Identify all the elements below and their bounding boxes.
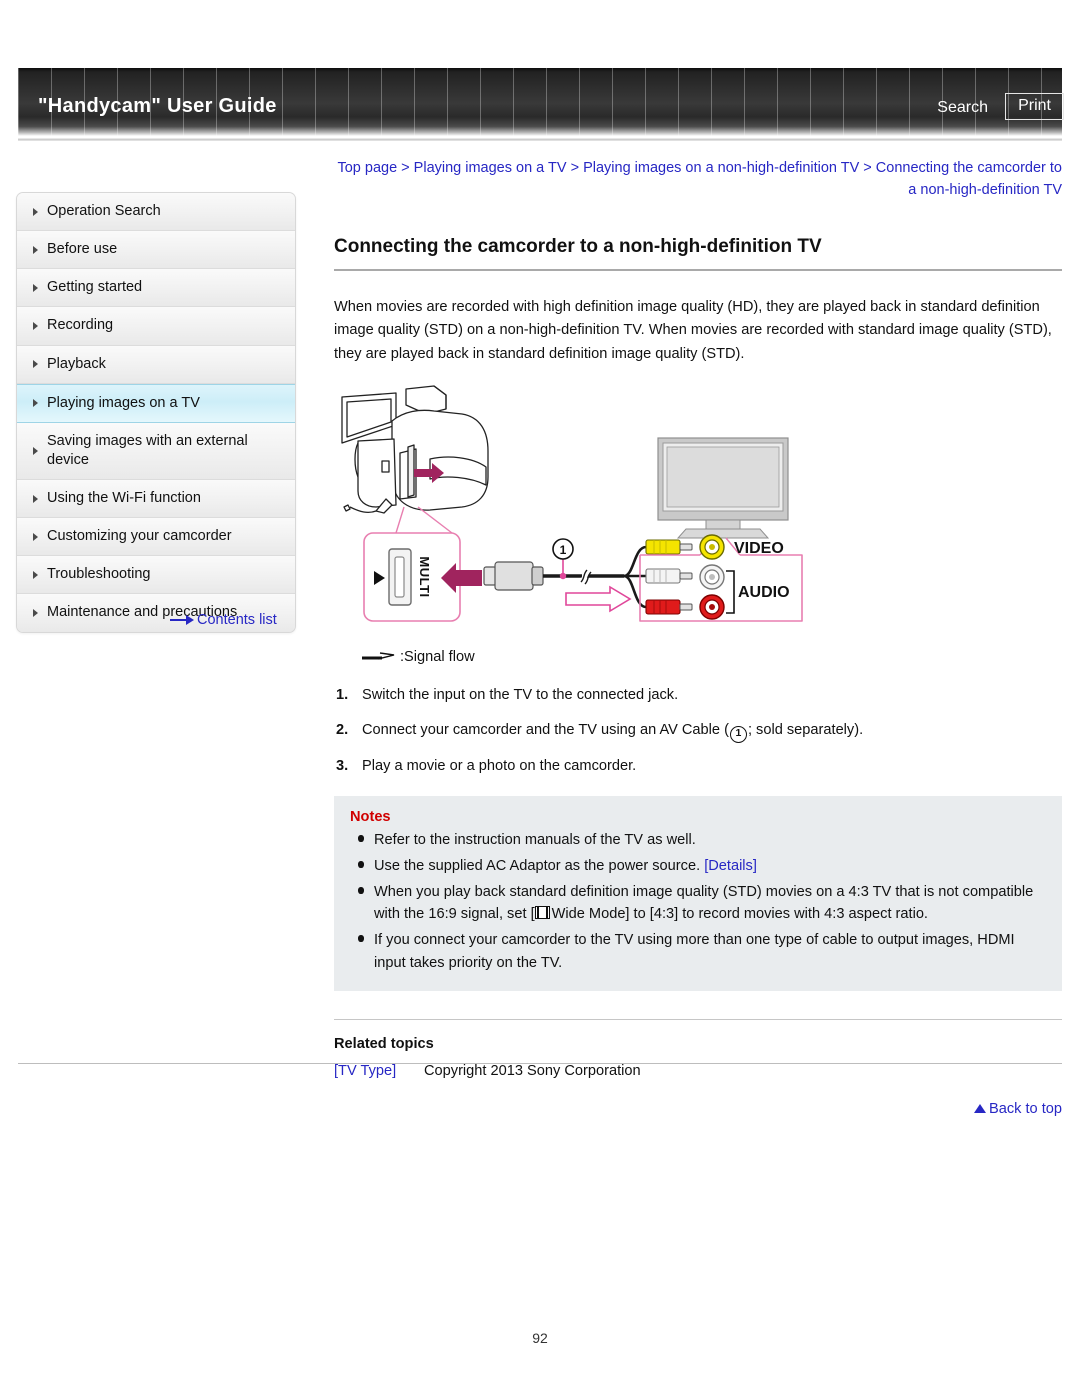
wide-mode-icon bbox=[534, 906, 550, 920]
page-title-logo: "Handycam" User Guide bbox=[38, 95, 277, 117]
sidebar-item-playback[interactable]: Playback bbox=[17, 345, 295, 384]
sidebar-item-label: Playback bbox=[47, 355, 106, 372]
connection-diagram: MULTI 1 VIDEO AUDIO bbox=[334, 381, 814, 643]
sidebar-item-label: Recording bbox=[47, 317, 114, 334]
signal-flow-arrow-icon bbox=[362, 651, 396, 663]
tv-jack-audio-left bbox=[699, 564, 725, 590]
sidebar-item-troubleshooting[interactable]: Troubleshooting bbox=[17, 556, 295, 595]
notes-box: Notes Refer to the instruction manuals o… bbox=[334, 795, 1062, 991]
bullet-icon bbox=[358, 935, 364, 943]
chevron-right-icon bbox=[33, 321, 38, 330]
chevron-right-icon bbox=[33, 283, 38, 292]
sidebar-item-label: Troubleshooting bbox=[47, 566, 151, 583]
camcorder-illustration bbox=[341, 385, 489, 514]
back-to-top-link[interactable]: Back to top bbox=[334, 1101, 1062, 1117]
note-text: If you connect your camcorder to the TV … bbox=[374, 932, 1015, 971]
note-text: Refer to the instruction manuals of the … bbox=[374, 831, 696, 848]
intro-paragraph: When movies are recorded with high defin… bbox=[334, 298, 1052, 362]
signal-flow-label: :Signal flow bbox=[400, 649, 475, 666]
tv-illustration bbox=[657, 437, 789, 539]
header-underline bbox=[18, 138, 1062, 141]
chevron-right-icon bbox=[33, 570, 38, 579]
sidebar-item-before-use[interactable]: Before use bbox=[17, 231, 295, 270]
step-item: 3. Play a movie or a photo on the camcor… bbox=[334, 756, 1062, 778]
bullet-icon bbox=[358, 887, 364, 895]
search-link[interactable]: Search bbox=[937, 99, 988, 117]
sidebar-item-label: Saving images with an external device bbox=[47, 432, 248, 468]
callout-circle-1: 1 bbox=[729, 725, 747, 743]
sidebar-item-saving-images-with-an-external-device[interactable]: Saving images with an external device bbox=[17, 422, 295, 480]
notes-list: Refer to the instruction manuals of the … bbox=[350, 829, 1046, 974]
multi-port-callout: MULTI bbox=[363, 506, 461, 622]
sidebar-item-label: Customizing your camcorder bbox=[47, 528, 232, 545]
tv-jack-video bbox=[699, 534, 725, 560]
step-text: Play a movie or a photo on the camcorder… bbox=[362, 757, 637, 774]
sidebar-item-operation-search[interactable]: Operation Search bbox=[17, 193, 295, 232]
sidebar-item-playing-images-on-a-tv[interactable]: Playing images on a TV bbox=[17, 383, 295, 423]
video-label: VIDEO bbox=[734, 540, 784, 557]
breadcrumb[interactable]: Top page > Playing images on a TV > Play… bbox=[334, 158, 1062, 202]
sidebar-item-label: Using the Wi-Fi function bbox=[47, 490, 201, 506]
bullet-icon bbox=[358, 860, 364, 868]
chevron-right-icon bbox=[33, 608, 38, 617]
contents-list-link[interactable]: Contents list bbox=[170, 612, 277, 628]
steps-list: 1. Switch the input on the TV to the con… bbox=[334, 685, 1062, 778]
contents-list-label: Contents list bbox=[197, 612, 277, 628]
sidebar-item-label: Playing images on a TV bbox=[47, 394, 200, 411]
cable-callout-number: 1 bbox=[560, 543, 567, 557]
note-text-part-b: Wide Mode] to [4:3] to record movies wit… bbox=[551, 906, 928, 923]
av-cable: 1 bbox=[483, 538, 647, 613]
chevron-right-icon bbox=[33, 360, 38, 369]
signal-flow-legend: :Signal flow bbox=[362, 649, 1062, 671]
step-text: Switch the input on the TV to the connec… bbox=[362, 687, 679, 704]
multi-port-label: MULTI bbox=[417, 556, 432, 597]
related-separator bbox=[334, 1018, 1062, 1020]
step-text-after: ; sold separately). bbox=[747, 721, 864, 738]
chevron-right-icon bbox=[33, 446, 38, 455]
note-item: Refer to the instruction manuals of the … bbox=[350, 829, 1046, 851]
step-text: Connect your camcorder and the TV using … bbox=[362, 721, 729, 738]
page-number: 92 bbox=[532, 1330, 548, 1346]
note-item: If you connect your camcorder to the TV … bbox=[350, 929, 1046, 973]
sidebar-item-label: Operation Search bbox=[47, 203, 161, 219]
step-number: 2. bbox=[336, 721, 349, 738]
related-topics-title: Related topics bbox=[334, 1035, 434, 1052]
triangle-up-icon bbox=[973, 1103, 986, 1113]
step-item: 1. Switch the input on the TV to the con… bbox=[334, 685, 1062, 707]
sidebar-item-label: Getting started bbox=[47, 279, 143, 296]
bullet-icon bbox=[358, 834, 364, 842]
sidebar-item-getting-started[interactable]: Getting started bbox=[17, 269, 295, 308]
note-item: When you play back standard definition i… bbox=[350, 881, 1046, 925]
print-button[interactable]: Print bbox=[1005, 93, 1064, 121]
sidebar-item-label: Before use bbox=[47, 241, 118, 258]
note-text: Use the supplied AC Adaptor as the power… bbox=[374, 857, 701, 874]
sidebar-nav: Operation Search Before use Getting starte… bbox=[16, 192, 296, 633]
notes-title: Notes bbox=[350, 808, 391, 825]
note-item: Use the supplied AC Adaptor as the power… bbox=[350, 855, 1046, 877]
copyright-text: Copyright 2013 Sony Corporation bbox=[424, 1063, 641, 1079]
chevron-right-icon bbox=[33, 532, 38, 541]
details-link[interactable]: [Details] bbox=[704, 858, 757, 874]
step-number: 3. bbox=[336, 757, 349, 774]
rca-plug-audio-right bbox=[645, 599, 693, 615]
chevron-right-icon bbox=[33, 399, 38, 408]
chevron-right-icon bbox=[33, 207, 38, 216]
sidebar-item-using-the-wi-fi-function[interactable]: Using the Wi-Fi function bbox=[17, 480, 295, 519]
step-number: 1. bbox=[336, 687, 349, 704]
sidebar-item-customizing-your-camcorder[interactable]: Customizing your camcorder bbox=[17, 518, 295, 557]
audio-label: AUDIO bbox=[738, 584, 790, 601]
rca-plug-video bbox=[645, 539, 693, 555]
page-title: Connecting the camcorder to a non-high-d… bbox=[334, 236, 1062, 271]
step-item: 2. Connect your camcorder and the TV usi… bbox=[334, 720, 1062, 743]
arrow-right-icon bbox=[170, 615, 194, 626]
tv-jack-audio-right bbox=[699, 594, 725, 620]
chevron-right-icon bbox=[33, 494, 38, 503]
back-to-top-label: Back to top bbox=[988, 1100, 1062, 1117]
sidebar-item-recording[interactable]: Recording bbox=[17, 307, 295, 346]
chevron-right-icon bbox=[33, 245, 38, 254]
main-content: Top page > Playing images on a TV > Play… bbox=[334, 158, 1062, 1117]
rca-plug-audio-left bbox=[645, 568, 693, 584]
